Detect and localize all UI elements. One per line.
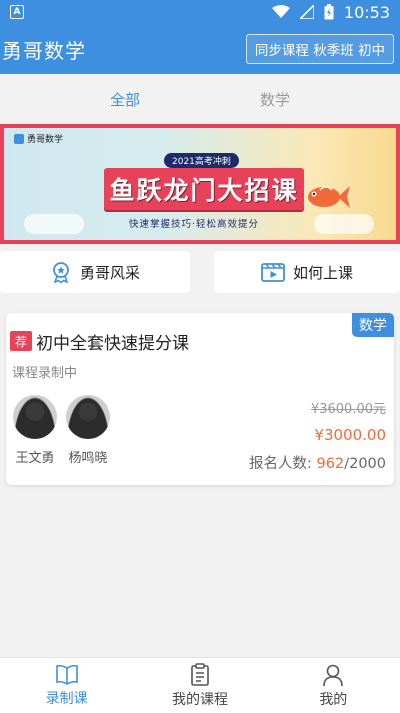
signal-icon: [299, 5, 314, 19]
nav-my-courses-label: 我的课程: [171, 691, 228, 708]
app-notification-icon: A: [10, 5, 24, 19]
nav-my-courses[interactable]: 我的课程: [133, 658, 266, 713]
status-bar: A 10:53: [0, 0, 400, 24]
video-icon: [261, 263, 285, 282]
subject-tabs: 全部 数学: [0, 74, 400, 124]
clipboard-icon: [191, 662, 209, 686]
status-icons: 10:53: [271, 2, 390, 22]
teacher-showcase-label: 勇哥风采: [79, 263, 140, 282]
banner-logo: 勇哥数学: [14, 132, 63, 145]
medal-icon: [53, 262, 69, 283]
banner-board: 鱼跃龙门大招课: [104, 168, 304, 210]
enroll-total: /2000: [344, 456, 386, 472]
wifi-icon: [271, 5, 290, 18]
book-icon: [55, 664, 78, 685]
logo-icon: [14, 133, 24, 144]
banner-headline: 鱼跃龙门大招课: [109, 176, 299, 205]
carp-fish-icon: [308, 186, 350, 208]
tab-all[interactable]: 全部: [50, 89, 200, 110]
battery-icon: [324, 4, 334, 20]
recommend-tag: 荐: [10, 331, 32, 351]
bottom-nav: 录制课 我的课程 我的: [0, 657, 400, 713]
course-title: 初中全套快速提分课: [36, 334, 189, 354]
cloud-decoration: [314, 214, 374, 234]
subject-badge: 数学: [352, 313, 394, 337]
enroll-number: 962: [316, 456, 345, 472]
teacher-name: 杨鸣晓: [68, 451, 108, 466]
enrollment-count: 报名人数: 962/2000: [249, 452, 386, 473]
teacher-name: 王文勇: [15, 451, 55, 466]
avatar: [66, 395, 110, 439]
banner-tagline: 快速掌握技巧·轻松高效提分: [129, 219, 260, 230]
teacher: 杨鸣晓: [63, 395, 113, 466]
nav-profile-label: 我的: [319, 691, 348, 708]
teacher: 王文勇: [10, 395, 60, 466]
course-status: 课程录制中: [12, 366, 78, 381]
sale-price: ¥3000.00: [314, 426, 386, 444]
how-to-attend-button[interactable]: 如何上课: [214, 251, 400, 293]
banner-subtitle: 2021高考冲刺: [164, 153, 239, 168]
course-selector-button[interactable]: 同步课程 秋季班 初中: [245, 34, 394, 64]
cloud-decoration: [24, 214, 84, 234]
avatar: [13, 395, 57, 439]
person-icon: [323, 664, 344, 686]
app-header: 勇哥数学 同步课程 秋季班 初中: [0, 24, 400, 74]
app-title: 勇哥数学: [2, 38, 86, 63]
enroll-label: 报名人数:: [249, 456, 312, 472]
nav-recorded-courses[interactable]: 录制课: [0, 658, 133, 713]
original-price: ¥3600.00元: [310, 402, 386, 417]
nav-profile[interactable]: 我的: [267, 658, 400, 713]
how-to-attend-label: 如何上课: [292, 263, 353, 282]
tab-math[interactable]: 数学: [200, 89, 350, 110]
teacher-showcase-button[interactable]: 勇哥风采: [0, 251, 190, 293]
promo-banner[interactable]: 勇哥数学 2021高考冲刺 鱼跃龙门大招课 快速掌握技巧·轻松高效提分: [0, 124, 400, 244]
banner-logo-text: 勇哥数学: [27, 135, 64, 145]
nav-recorded-label: 录制课: [45, 690, 88, 707]
course-card[interactable]: 数学 荐 初中全套快速提分课 课程录制中 王文勇 杨鸣晓 ¥3600.00元 ¥…: [6, 313, 394, 485]
status-time: 10:53: [343, 2, 390, 22]
